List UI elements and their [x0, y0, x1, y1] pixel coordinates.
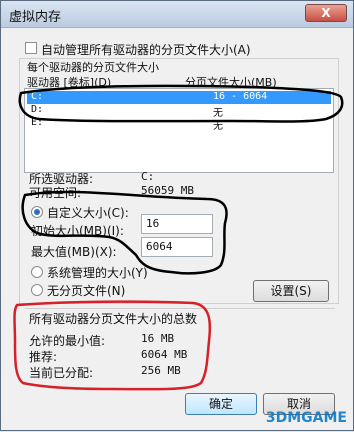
free-space-value: 56059 MB	[141, 184, 194, 197]
max-size-label: 最大值(MB)(X):	[31, 245, 117, 259]
totals-title: 所有驱动器分页文件大小的总数	[29, 312, 198, 326]
max-size-input[interactable]: 6064	[141, 237, 213, 257]
drive-row-c[interactable]: C: 16 - 6064	[27, 91, 331, 104]
close-icon: X	[321, 6, 331, 20]
auto-manage-checkbox[interactable]	[25, 42, 37, 54]
recommended-value: 6064 MB	[141, 348, 188, 361]
current-allocated-value: 256 MB	[141, 364, 181, 377]
ok-button[interactable]: 确定	[185, 393, 257, 415]
title-bar[interactable]: 虚拟内存 X	[1, 1, 353, 28]
no-paging-radio[interactable]	[31, 284, 43, 296]
min-allowed-value: 16 MB	[141, 332, 175, 345]
drive-row-d[interactable]: D: 无	[27, 104, 331, 119]
drive-list[interactable]: C: 16 - 6064 D: 无 E: 无	[24, 88, 334, 173]
selected-drive-value: C:	[141, 170, 155, 183]
initial-size-label: 初始大小(MB)(I):	[31, 224, 124, 238]
set-button[interactable]: 设置(S)	[253, 280, 329, 302]
drive-row-e[interactable]: E: 无	[27, 117, 331, 132]
current-allocated-label: 当前已分配:	[29, 366, 94, 380]
window-title: 虚拟内存	[9, 10, 62, 25]
close-button[interactable]: X	[305, 4, 347, 22]
dialog-content: 自动管理所有驱动器的分页文件大小(A) 每个驱动器的分页文件大小 驱动器 [卷标…	[1, 28, 353, 430]
system-managed-radio[interactable]	[31, 266, 43, 278]
recommended-label: 推荐:	[29, 350, 58, 364]
drive-letter: E:	[31, 117, 44, 128]
drive-size: 16 - 6064	[213, 91, 268, 102]
initial-size-input[interactable]: 16	[141, 214, 213, 234]
no-paging-label[interactable]: 无分页文件(N)	[47, 282, 125, 299]
per-drive-group-title: 每个驱动器的分页文件大小	[27, 61, 159, 74]
separator	[25, 308, 335, 309]
virtual-memory-dialog: 虚拟内存 X 自动管理所有驱动器的分页文件大小(A) 每个驱动器的分页文件大小 …	[0, 0, 354, 431]
watermark-logo: 3DMGAME	[265, 410, 347, 426]
custom-size-radio[interactable]	[31, 206, 43, 218]
drive-letter: D:	[31, 104, 44, 115]
min-allowed-label: 允许的最小值:	[29, 334, 106, 348]
free-space-label: 可用空间:	[29, 186, 82, 200]
drive-letter: C:	[31, 91, 44, 102]
drive-size: 无	[213, 121, 223, 132]
auto-manage-label[interactable]: 自动管理所有驱动器的分页文件大小(A)	[41, 41, 251, 58]
system-managed-label[interactable]: 系统管理的大小(Y)	[47, 264, 148, 281]
custom-size-label[interactable]: 自定义大小(C):	[47, 204, 129, 221]
